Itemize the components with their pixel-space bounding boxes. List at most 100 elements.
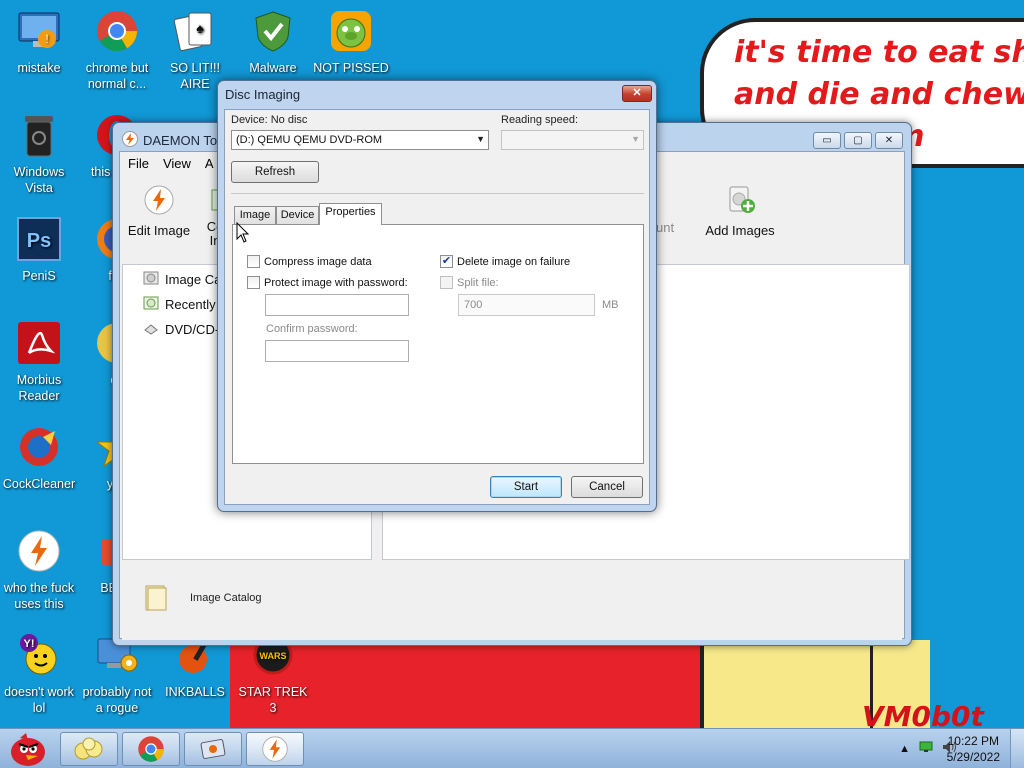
delete-on-failure-checkbox[interactable]: ✔ Delete image on failure <box>440 255 570 268</box>
minimize-button[interactable]: ▭ <box>813 132 841 149</box>
svg-text:Ps: Ps <box>27 230 51 252</box>
dialog-title: Disc Imaging <box>225 87 301 102</box>
tab-properties[interactable]: Properties <box>319 203 382 225</box>
window-title: DAEMON To <box>143 133 218 148</box>
svg-text:!: ! <box>45 32 48 46</box>
tree-item-label: Image Ca <box>165 272 222 287</box>
compress-image-checkbox[interactable]: Compress image data <box>247 255 372 268</box>
desktop-icon-label: who the fuck uses this <box>3 581 75 611</box>
folder-icon <box>144 584 168 615</box>
close-button[interactable]: ✕ <box>875 132 903 149</box>
desktop-icon-doesnt-work[interactable]: Y! doesn't work lol <box>0 632 78 716</box>
desktop-icon-malware[interactable]: Malware <box>234 8 312 76</box>
tree-item-label: DVD/CD- <box>165 322 220 337</box>
desktop-icon-not-pissed[interactable]: NOT PISSED <box>312 8 390 76</box>
device-select[interactable]: (D:) QEMU QEMU DVD-ROM ▼ <box>231 130 489 150</box>
disc-catalog-icon <box>143 270 159 289</box>
daemon-tools-icon <box>262 736 288 762</box>
refresh-button[interactable]: Refresh <box>231 161 319 183</box>
split-file-checkbox[interactable]: Split file: <box>440 276 499 289</box>
desktop-icon-morbius-reader[interactable]: Morbius Reader <box>0 320 78 404</box>
protect-password-checkbox[interactable]: Protect image with password: <box>247 276 408 289</box>
taskbar-clock[interactable]: 10:22 PM 5/29/2022 <box>947 733 1000 765</box>
angry-bird-icon <box>11 732 45 766</box>
chevron-down-icon: ▼ <box>631 134 640 144</box>
unmount-label: unt <box>656 220 675 235</box>
split-file-label: Split file: <box>457 276 499 289</box>
desktop-icon-label: chrome but normal c... <box>85 61 149 91</box>
menu-actions[interactable]: A <box>205 156 214 171</box>
clock-time: 10:22 PM <box>947 734 999 748</box>
yahoo-messenger-icon: Y! <box>16 632 62 678</box>
desktop-icon-mistake[interactable]: ! mistake <box>0 8 78 76</box>
reading-speed-label: Reading speed: <box>501 114 579 126</box>
menu-bar: File View A <box>128 156 214 171</box>
ccleaner-icon <box>16 424 62 470</box>
menu-file[interactable]: File <box>128 156 149 171</box>
cancel-button[interactable]: Cancel <box>571 476 643 498</box>
password-input[interactable] <box>265 294 409 316</box>
edit-image-button[interactable]: Edit Image <box>124 184 194 238</box>
confirm-password-input[interactable] <box>265 340 409 362</box>
menu-view[interactable]: View <box>163 156 191 171</box>
monitor-warning-icon: ! <box>16 8 62 54</box>
divider <box>231 193 644 194</box>
taskbar: ▲ 10:22 PM 5/29/2022 <box>0 728 1024 768</box>
checkbox-box <box>247 276 260 289</box>
taskbar-explorer-button[interactable] <box>60 732 118 766</box>
desktop-icon-penis[interactable]: Ps PeniS <box>0 216 78 284</box>
start-button-orb[interactable] <box>3 728 53 768</box>
taskbar-chrome-button[interactable] <box>122 732 180 766</box>
chevron-down-icon: ▼ <box>476 134 485 144</box>
desktop-icon-chrome-but-normal[interactable]: chrome but normal c... <box>78 8 156 92</box>
add-images-icon <box>724 184 756 219</box>
taskbar-daemon-button[interactable] <box>246 732 304 766</box>
taskbar-media-button[interactable] <box>184 732 242 766</box>
svg-text:Y!: Y! <box>24 638 35 650</box>
dialog-client-area: Device: No disc (D:) QEMU QEMU DVD-ROM ▼… <box>224 109 650 505</box>
solitaire-cards-icon: ♠ <box>172 8 218 54</box>
desktop-icon-label: doesn't work lol <box>4 685 74 715</box>
tree-item-recently-used[interactable]: Recently <box>143 295 216 314</box>
desktop-icon-windows-vista[interactable]: Windows Vista <box>0 112 78 196</box>
split-unit-label: MB <box>602 299 619 311</box>
start-button[interactable]: Start <box>490 476 562 498</box>
desktop-icon-label: Windows Vista <box>13 165 65 195</box>
desktop-icon-label: CockCleaner <box>2 477 76 491</box>
tree-item-label: Recently <box>165 297 216 312</box>
dialog-close-button[interactable]: ✕ <box>622 85 652 102</box>
desktop-icon-label: INKBALLS <box>165 685 225 699</box>
desktop-icon-cockcleaner[interactable]: CockCleaner <box>0 424 78 492</box>
confirm-password-label: Confirm password: <box>266 323 358 335</box>
reading-speed-select[interactable]: ▼ <box>501 130 644 150</box>
checkbox-box <box>440 276 453 289</box>
catalog-status-label: Image Catalog <box>190 592 262 604</box>
pig-icon <box>328 8 374 54</box>
unmount-button[interactable]: unt <box>656 184 686 235</box>
split-size-input[interactable]: 700 <box>458 294 595 316</box>
add-images-label: Add Images <box>705 223 775 238</box>
libraries-icon <box>74 737 103 760</box>
desktop-icon-who-uses-this[interactable]: who the fuck uses this <box>0 528 78 612</box>
svg-text:♠: ♠ <box>196 20 204 36</box>
daemon-logo-icon <box>122 131 138 150</box>
checkbox-box <box>247 255 260 268</box>
properties-tab-page: Compress image data Protect image with p… <box>232 224 644 464</box>
device-label: Device: No disc <box>231 114 308 126</box>
maximize-button[interactable]: ▢ <box>844 132 872 149</box>
tree-item-dvd-cd[interactable]: DVD/CD- <box>143 320 219 339</box>
edit-image-icon <box>143 184 175 219</box>
tree-item-image-catalog[interactable]: Image Ca <box>143 270 221 289</box>
daemon-tools-icon <box>16 528 62 574</box>
add-images-button[interactable]: Add Images <box>700 184 780 238</box>
compress-image-label: Compress image data <box>264 255 372 268</box>
network-icon[interactable] <box>919 741 933 756</box>
show-hidden-icons-icon[interactable]: ▲ <box>899 743 910 755</box>
desktop-icon-label: PeniS <box>22 269 56 283</box>
svg-text:WARS: WARS <box>260 651 287 661</box>
show-desktop-button[interactable] <box>1010 729 1024 768</box>
tab-device[interactable]: Device <box>276 206 319 225</box>
shield-check-icon <box>250 8 296 54</box>
desktop-icon-label: mistake <box>17 61 61 75</box>
chrome-icon <box>138 736 164 762</box>
